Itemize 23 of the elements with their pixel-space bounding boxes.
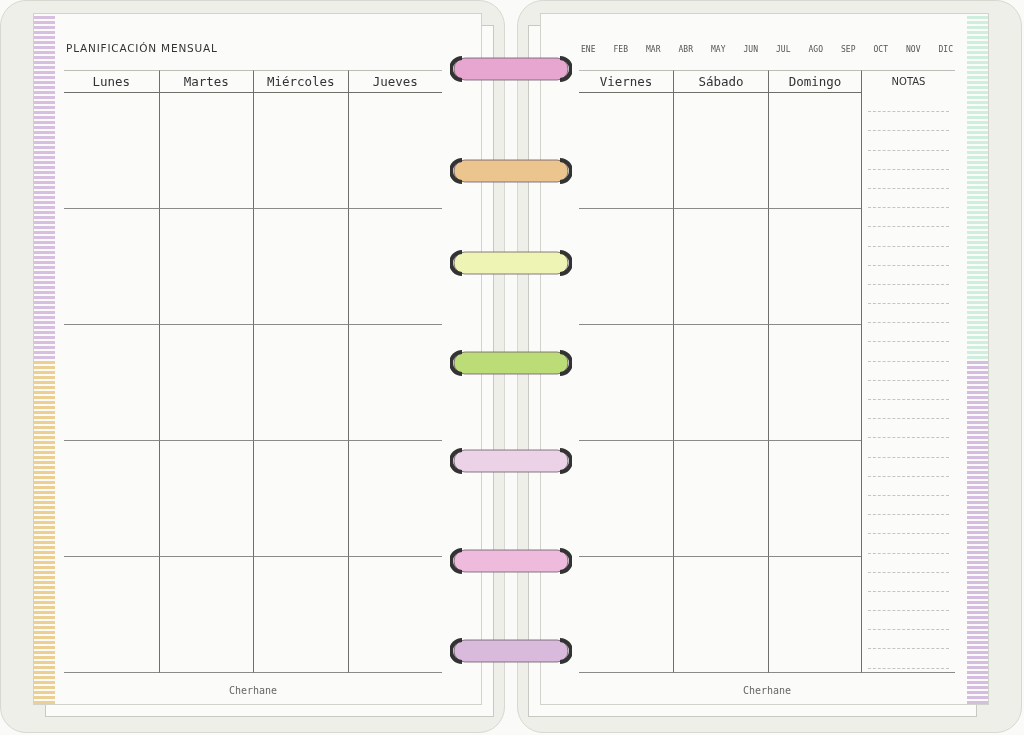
page-title: PLANIFICACIÓN MENSUAL <box>65 42 219 56</box>
month-tab[interactable]: NOV <box>906 45 921 70</box>
month-tab[interactable]: ENE <box>581 45 596 70</box>
weekday-header: Jueves <box>347 70 442 93</box>
month-tab[interactable]: FEB <box>613 45 628 70</box>
notes-header: NOTAS <box>861 70 955 93</box>
weekday-header: Domingo <box>768 70 861 93</box>
month-tab[interactable]: OCT <box>873 45 888 70</box>
month-tab[interactable]: MAR <box>646 45 661 70</box>
month-tab[interactable]: MAY <box>711 45 726 70</box>
month-tab[interactable]: DIC <box>938 45 953 70</box>
month-tab[interactable]: JUN <box>743 45 758 70</box>
weekday-header: Sábado <box>673 70 768 93</box>
month-tab[interactable]: JUL <box>776 45 791 70</box>
weekday-header: Miércoles <box>253 70 348 93</box>
month-tab[interactable]: ABR <box>678 45 693 70</box>
month-tab[interactable]: SEP <box>841 45 856 70</box>
weekday-header: Martes <box>158 70 253 93</box>
weekday-header: Lunes <box>64 70 159 93</box>
page-footer: Cherhane <box>64 685 442 696</box>
month-tab[interactable]: AGO <box>808 45 823 70</box>
weekday-header: Viernes <box>579 70 673 93</box>
page-footer: Cherhane <box>579 685 955 696</box>
